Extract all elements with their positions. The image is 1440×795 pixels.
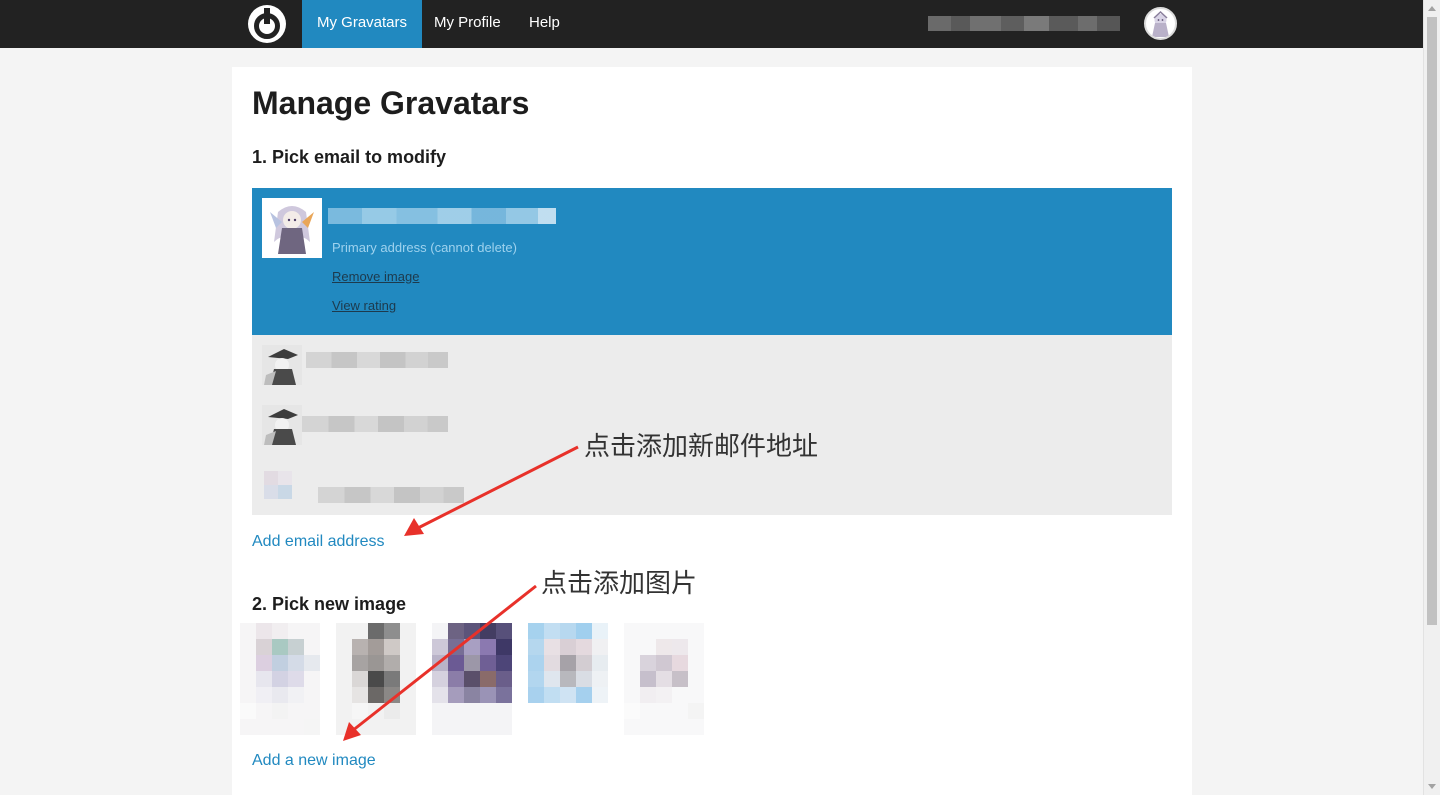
email-avatar	[262, 405, 302, 445]
email-list	[252, 335, 1172, 515]
selected-email-avatar	[262, 198, 322, 258]
selected-email-redacted	[328, 208, 556, 224]
email-address-redacted	[318, 487, 464, 503]
scroll-down-arrow-icon[interactable]	[1428, 784, 1436, 789]
annotation-add-image-hint: 点击添加图片	[541, 569, 698, 599]
scroll-up-arrow-icon[interactable]	[1428, 6, 1436, 11]
email-avatar	[262, 465, 302, 505]
scrollbar-thumb[interactable]	[1427, 17, 1437, 625]
section-pick-image-title: 2. Pick new image	[252, 594, 407, 614]
email-address-redacted	[302, 416, 448, 432]
email-row-selected[interactable]: Primary address (cannot delete) Remove i…	[252, 188, 1172, 335]
account-avatar[interactable]	[1144, 7, 1177, 40]
email-address-redacted	[306, 352, 448, 368]
top-nav-bar: My Gravatars My Profile Help	[0, 0, 1423, 48]
email-row[interactable]	[252, 455, 1172, 515]
image-thumbnail[interactable]	[624, 623, 704, 735]
nav-my-profile[interactable]: My Profile	[419, 0, 516, 48]
account-email-redacted[interactable]	[928, 16, 1120, 31]
remove-image-link[interactable]: Remove image	[332, 269, 419, 284]
image-thumbnail[interactable]	[528, 623, 608, 735]
gravatar-logo-icon[interactable]	[248, 5, 286, 43]
image-thumbnail[interactable]	[336, 623, 416, 735]
primary-address-note: Primary address (cannot delete)	[332, 240, 517, 255]
image-thumbnail[interactable]	[240, 623, 320, 735]
add-new-image-link[interactable]: Add a new image	[252, 752, 376, 770]
add-email-address-link[interactable]: Add email address	[252, 533, 385, 551]
view-rating-link[interactable]: View rating	[332, 298, 396, 313]
page-title: Manage Gravatars	[252, 85, 530, 121]
annotation-add-email-hint: 点击添加新邮件地址	[584, 432, 819, 462]
section-pick-email-title: 1. Pick email to modify	[252, 147, 447, 167]
nav-my-gravatars[interactable]: My Gravatars	[302, 0, 423, 48]
image-thumbnail[interactable]	[432, 623, 512, 735]
email-avatar	[262, 345, 302, 385]
nav-help[interactable]: Help	[514, 0, 575, 48]
email-row[interactable]	[252, 335, 1172, 395]
page-scrollbar[interactable]	[1423, 0, 1440, 795]
